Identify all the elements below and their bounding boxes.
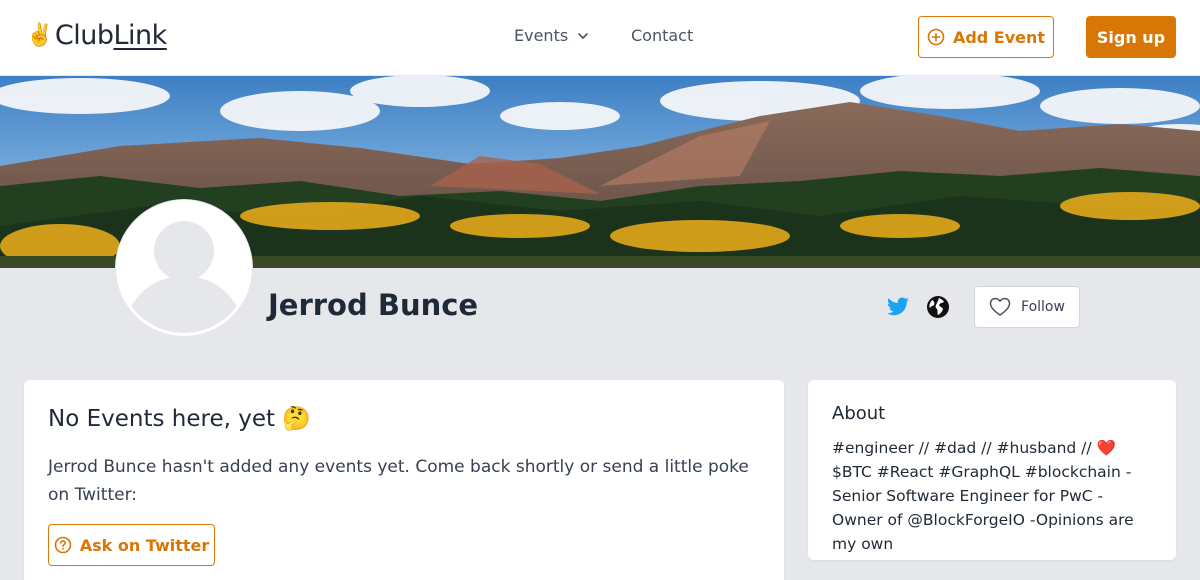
twitter-icon[interactable] xyxy=(886,295,910,319)
nav-contact-link[interactable]: Contact xyxy=(631,26,693,45)
globe-icon[interactable] xyxy=(926,295,950,319)
logo-text-link: Link xyxy=(113,20,168,51)
nav-events-label: Events xyxy=(514,26,569,45)
profile-avatar xyxy=(116,200,252,336)
ask-on-twitter-label: Ask on Twitter xyxy=(79,535,210,555)
top-navbar: ✌️ Club Link Events Contact Add Event Sig… xyxy=(0,0,1200,76)
ask-on-twitter-button[interactable]: Ask on Twitter xyxy=(48,524,215,566)
heart-outline-icon xyxy=(989,297,1011,316)
add-event-button[interactable]: Add Event xyxy=(918,16,1054,58)
follow-button[interactable]: Follow xyxy=(974,286,1080,328)
events-empty-title: No Events here, yet 🤔 xyxy=(48,406,311,432)
clublink-logo[interactable]: ✌️ Club Link xyxy=(26,20,167,51)
chevron-down-icon xyxy=(578,32,588,39)
follow-label: Follow xyxy=(1021,299,1065,315)
plus-circle-icon xyxy=(927,28,945,46)
victory-hand-icon: ✌️ xyxy=(26,23,53,48)
question-circle-icon xyxy=(54,536,72,554)
profile-name: Jerrod Bunce xyxy=(268,288,479,322)
sign-up-button[interactable]: Sign up xyxy=(1086,16,1176,58)
add-event-label: Add Event xyxy=(952,27,1046,47)
nav-events-dropdown[interactable]: Events xyxy=(514,26,590,45)
about-bio-text: #engineer // #dad // #husband // ❤️ $BTC… xyxy=(832,439,1134,553)
about-title: About xyxy=(832,403,886,424)
default-user-icon xyxy=(119,203,249,333)
events-empty-description: Jerrod Bunce hasn't added any events yet… xyxy=(48,457,749,505)
logo-text-club: Club xyxy=(54,20,114,51)
